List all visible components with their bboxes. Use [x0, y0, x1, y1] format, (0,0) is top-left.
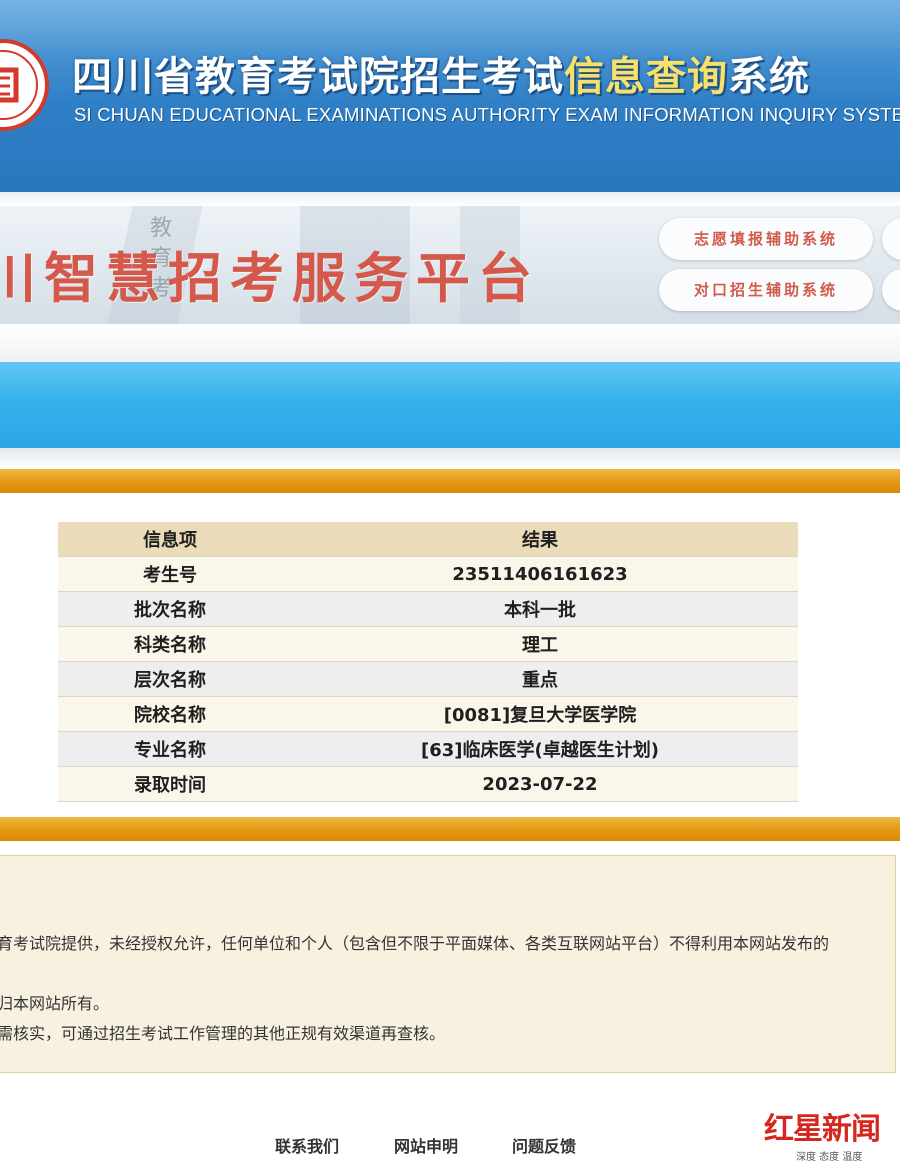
copyright-notice-box: 育考试院提供，未经授权允许，任何单位和个人（包含但不限于平面媒体、各类互联网站平… [0, 855, 896, 1073]
orange-divider-bottom [0, 817, 900, 841]
row-value: [63]临床医学(卓越医生计划) [282, 731, 798, 767]
header-title: 四川省教育考试院招生考试信息查询系统 [72, 44, 810, 102]
table-row: 层次名称 重点 [58, 661, 798, 697]
sky-blue-band [0, 362, 900, 448]
contact-us-link[interactable]: 联系我们 [275, 1133, 339, 1157]
site-header: 四川省教育考试院招生考试信息查询系统 SI CHUAN EDUCATIONAL … [0, 0, 900, 192]
platform-banner: 教育考 川智慧招考服务平台 志愿填报辅助系统 对口招生辅助系统 [0, 206, 900, 324]
volunteer-filling-system-button[interactable]: 志愿填报辅助系统 [659, 218, 873, 260]
table-row: 专业名称 [63]临床医学(卓越医生计划) [58, 731, 798, 767]
header-title-accent: 信息查询 [564, 54, 728, 100]
vocational-admission-system-button[interactable]: 对口招生辅助系统 [659, 269, 873, 311]
row-label: 考生号 [58, 556, 282, 592]
notice-line: 需核实，可通过招生考试工作管理的其他正规有效渠道再查核。 [0, 1024, 446, 1043]
exam-authority-logo [0, 39, 49, 131]
column-header-item: 信息项 [58, 522, 282, 557]
header-divider [0, 192, 900, 206]
row-value: [0081]复旦大学医学院 [282, 696, 798, 732]
header-subtitle: SI CHUAN EDUCATIONAL EXAMINATIONS AUTHOR… [74, 104, 900, 125]
row-value: 理工 [282, 626, 798, 662]
banner-title: 川智慧招考服务平台 [0, 246, 540, 310]
orange-divider-top [0, 469, 900, 493]
table-row: 院校名称 [0081]复旦大学医学院 [58, 696, 798, 732]
table-row: 科类名称 理工 [58, 626, 798, 662]
row-value: 重点 [282, 661, 798, 697]
site-statement-link[interactable]: 网站申明 [394, 1133, 458, 1157]
row-label: 专业名称 [58, 731, 282, 767]
admission-result-table: 信息项 结果 考生号 23511406161623 批次名称 本科一批 科类名称… [58, 522, 798, 802]
row-label: 层次名称 [58, 661, 282, 697]
table-row: 录取时间 2023-07-22 [58, 766, 798, 802]
table-row: 考生号 23511406161623 [58, 556, 798, 592]
table-row: 批次名称 本科一批 [58, 591, 798, 627]
red-star-news-watermark: 红星新闻 深度 态度 温度 [764, 1104, 894, 1166]
notice-line: 归本网站所有。 [0, 994, 110, 1013]
row-label: 院校名称 [58, 696, 282, 732]
row-label: 科类名称 [58, 626, 282, 662]
header-title-main: 四川省教育考试院招生考试 [72, 54, 564, 100]
column-header-result: 结果 [282, 522, 798, 557]
row-label: 录取时间 [58, 766, 282, 802]
header-title-tail: 系统 [728, 54, 810, 100]
row-value: 23511406161623 [282, 556, 798, 592]
sky-band-divider [0, 448, 900, 468]
watermark-slogan: 深度 态度 温度 [796, 1152, 863, 1163]
banner-button-edge[interactable] [882, 218, 900, 260]
notice-line: 育考试院提供，未经授权允许，任何单位和个人（包含但不限于平面媒体、各类互联网站平… [0, 934, 830, 953]
table-header-row: 信息项 结果 [58, 522, 798, 557]
row-value: 本科一批 [282, 591, 798, 627]
feedback-link[interactable]: 问题反馈 [512, 1133, 576, 1157]
row-label: 批次名称 [58, 591, 282, 627]
banner-button-edge[interactable] [882, 269, 900, 311]
row-value: 2023-07-22 [282, 766, 798, 802]
watermark-logo-text: 红星新闻 [764, 1112, 881, 1147]
banner-divider [0, 324, 900, 362]
